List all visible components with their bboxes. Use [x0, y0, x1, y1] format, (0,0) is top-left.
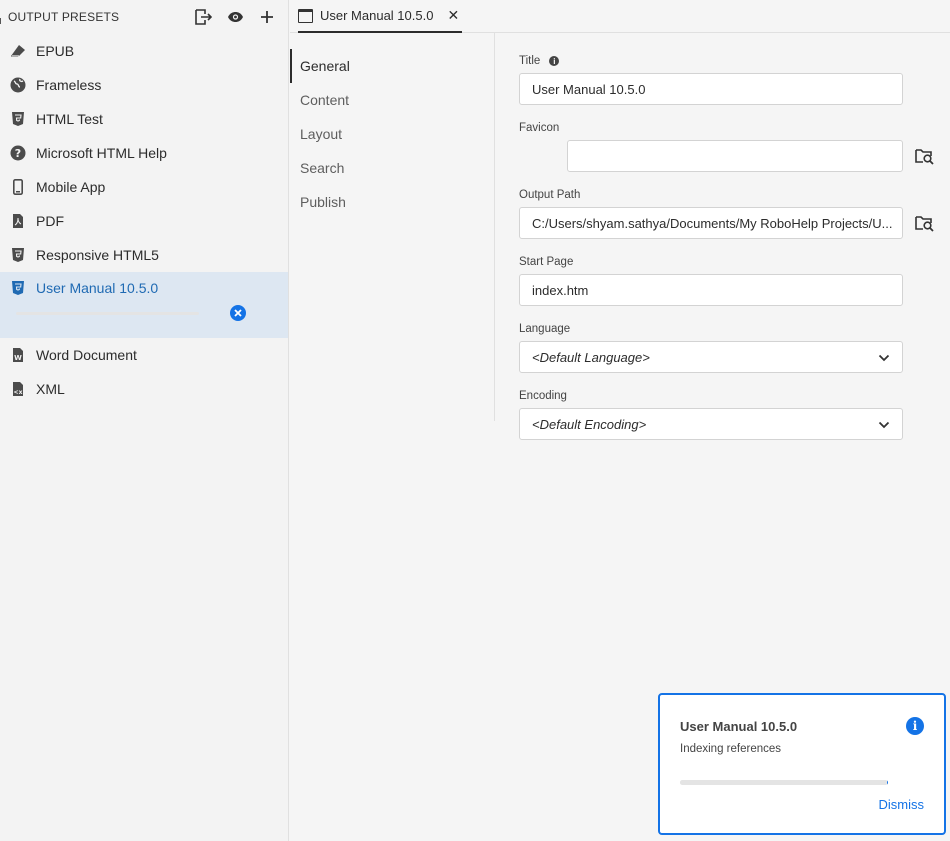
word-file-icon: W — [10, 347, 26, 363]
output-path-label: Output Path — [519, 189, 581, 201]
nav-content[interactable]: Content — [290, 83, 494, 117]
preset-item-frameless[interactable]: Frameless — [0, 68, 288, 102]
toast-message: Indexing references — [680, 743, 782, 755]
preset-item-pdf[interactable]: PDF — [0, 204, 288, 238]
toast-progress-bar — [680, 780, 888, 785]
xml-file-icon: <x — [10, 381, 26, 397]
start-page-label: Start Page — [519, 256, 574, 268]
preset-item-epub[interactable]: EPUB — [0, 34, 288, 68]
language-select[interactable]: <Default Language> — [519, 341, 903, 373]
browse-folder-icon[interactable] — [914, 213, 934, 233]
preset-label: Responsive HTML5 — [36, 247, 159, 263]
toast-progress-fill — [680, 780, 886, 785]
preset-label: Frameless — [36, 77, 102, 93]
preset-label: HTML Test — [36, 111, 103, 127]
preset-label: EPUB — [36, 43, 75, 59]
language-label: Language — [519, 323, 571, 335]
preset-item-user-manual[interactable]: User Manual 10.5.0 — [0, 272, 288, 338]
epub-icon — [10, 43, 26, 59]
encoding-select[interactable]: <Default Encoding> — [519, 408, 903, 440]
settings-nav: General Content Layout Search Publish — [290, 33, 495, 421]
svg-text:<x: <x — [14, 389, 23, 396]
preset-label: User Manual 10.5.0 — [36, 280, 159, 296]
output-presets-panel: OUTPUT PRESETS EPUB Frameless HTML Test … — [0, 0, 289, 841]
eye-icon[interactable] — [226, 8, 244, 26]
panel-edge-marker — [0, 18, 3, 24]
info-icon[interactable]: i — [549, 56, 560, 66]
favicon-label: Favicon — [519, 122, 560, 134]
plus-icon[interactable] — [258, 8, 276, 26]
preset-label: PDF — [36, 213, 64, 229]
window-icon — [298, 8, 313, 23]
preset-item-mobile-app[interactable]: Mobile App — [0, 170, 288, 204]
start-page-input[interactable]: index.htm — [519, 274, 903, 306]
title-input[interactable]: User Manual 10.5.0 — [519, 73, 903, 105]
nav-layout[interactable]: Layout — [290, 117, 494, 151]
close-tab-icon[interactable]: ✕ — [447, 7, 459, 24]
nav-publish[interactable]: Publish — [290, 185, 494, 219]
html5-icon — [10, 111, 26, 127]
pdf-file-icon — [10, 213, 26, 229]
info-icon: i — [906, 717, 924, 735]
svg-text:?: ? — [15, 147, 21, 160]
help-circle-icon: ? — [10, 145, 26, 161]
general-settings-form: Title i User Manual 10.5.0 Favicon Outpu… — [519, 54, 939, 456]
tab-user-manual[interactable]: User Manual 10.5.0 ✕ — [298, 0, 462, 33]
chevron-down-icon — [878, 350, 890, 365]
encoding-label: Encoding — [519, 390, 567, 402]
language-value: <Default Language> — [532, 349, 650, 365]
preset-label: Mobile App — [36, 179, 106, 195]
preset-item-word-document[interactable]: W Word Document — [0, 338, 288, 372]
preset-item-microsoft-html-help[interactable]: ? Microsoft HTML Help — [0, 136, 288, 170]
export-icon[interactable] — [194, 8, 212, 26]
panel-header: OUTPUT PRESETS — [0, 0, 288, 34]
tab-label: User Manual 10.5.0 — [320, 8, 434, 23]
html5-icon — [10, 280, 26, 296]
svg-text:W: W — [14, 354, 22, 362]
toast-progress-marker — [887, 780, 888, 785]
preset-list: EPUB Frameless HTML Test ? Microsoft HTM… — [0, 34, 288, 406]
favicon-input[interactable] — [567, 140, 903, 172]
title-label: Title — [519, 55, 541, 67]
cancel-generation-button[interactable] — [230, 305, 246, 321]
generation-progress-bar — [16, 311, 199, 315]
html5-icon — [10, 247, 26, 263]
preset-label: XML — [36, 381, 65, 397]
encoding-value: <Default Encoding> — [532, 416, 647, 432]
output-path-input[interactable]: C:/Users/shyam.sathya/Documents/My RoboH… — [519, 207, 903, 239]
panel-title: OUTPUT PRESETS — [8, 10, 120, 24]
preset-item-html-test[interactable]: HTML Test — [0, 102, 288, 136]
nav-search[interactable]: Search — [290, 151, 494, 185]
mobile-icon — [10, 179, 26, 195]
generation-toast: User Manual 10.5.0 i Indexing references… — [658, 693, 946, 835]
nav-general[interactable]: General — [290, 49, 494, 83]
editor-tab-bar: User Manual 10.5.0 ✕ — [290, 0, 950, 33]
globe-icon — [10, 77, 26, 93]
preset-label: Word Document — [36, 347, 137, 363]
chevron-down-icon — [878, 417, 890, 432]
toast-title: User Manual 10.5.0 — [680, 719, 798, 734]
preset-label: Microsoft HTML Help — [36, 145, 167, 161]
preset-item-xml[interactable]: <x XML — [0, 372, 288, 406]
dismiss-button[interactable]: Dismiss — [879, 797, 925, 812]
preset-item-responsive-html5[interactable]: Responsive HTML5 — [0, 238, 288, 272]
browse-folder-icon[interactable] — [914, 146, 934, 166]
